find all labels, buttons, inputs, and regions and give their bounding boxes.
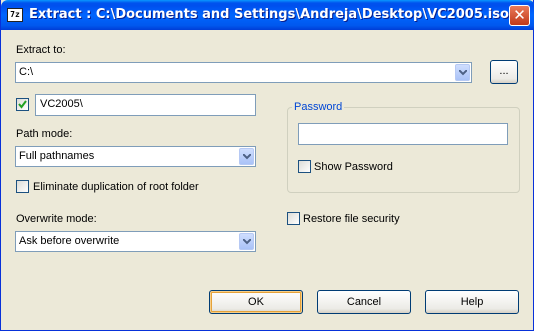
extract-to-label: Extract to:	[16, 44, 66, 56]
overwrite-mode-label: Overwrite mode:	[16, 213, 97, 225]
chevron-down-icon	[243, 154, 251, 160]
help-button[interactable]: Help	[425, 290, 519, 314]
password-input[interactable]	[298, 123, 508, 145]
subfolder-checkbox[interactable]	[16, 98, 29, 111]
ok-button[interactable]: OK	[209, 290, 303, 314]
cancel-button[interactable]: Cancel	[317, 290, 411, 314]
app-icon: 7z	[7, 8, 23, 22]
subfolder-value: VC2005\	[40, 98, 83, 110]
restore-security-label: Restore file security	[303, 213, 400, 225]
path-mode-value: Full pathnames	[19, 150, 95, 162]
close-icon: ✕	[513, 6, 526, 24]
extract-to-label-text: Extract to:	[16, 44, 66, 56]
path-mode-select[interactable]: Full pathnames	[15, 146, 256, 167]
show-password-label: Show Password	[314, 161, 393, 173]
extract-to-value: C:\	[19, 66, 34, 78]
password-group-title: Password	[292, 101, 345, 113]
overwrite-mode-dropdown-button[interactable]	[239, 233, 254, 250]
browse-button[interactable]: ...	[490, 60, 518, 84]
chevron-down-icon	[459, 70, 467, 76]
overwrite-mode-select[interactable]: Ask before overwrite	[15, 231, 256, 252]
extract-to-combo[interactable]: C:\	[15, 62, 472, 83]
title-bar[interactable]: 7z Extract : C:\Documents and Settings\A…	[1, 0, 534, 30]
show-password-checkbox[interactable]	[298, 160, 311, 173]
eliminate-duplication-label: Eliminate duplication of root folder	[33, 181, 199, 193]
path-mode-dropdown-button[interactable]	[239, 148, 254, 165]
restore-security-checkbox[interactable]	[287, 212, 300, 225]
checkmark-icon	[18, 100, 27, 109]
path-mode-label: Path mode:	[16, 128, 73, 140]
close-button[interactable]: ✕	[509, 5, 530, 26]
password-groupbox	[287, 107, 520, 193]
extract-dialog: 7z Extract : C:\Documents and Settings\A…	[0, 0, 534, 331]
extract-to-dropdown-button[interactable]	[455, 64, 470, 81]
subfolder-input[interactable]: VC2005\	[35, 94, 256, 116]
overwrite-mode-value: Ask before overwrite	[19, 235, 120, 247]
eliminate-duplication-checkbox[interactable]	[16, 180, 29, 193]
window-title: Extract : C:\Documents and Settings\Andr…	[29, 7, 509, 22]
chevron-down-icon	[243, 239, 251, 245]
